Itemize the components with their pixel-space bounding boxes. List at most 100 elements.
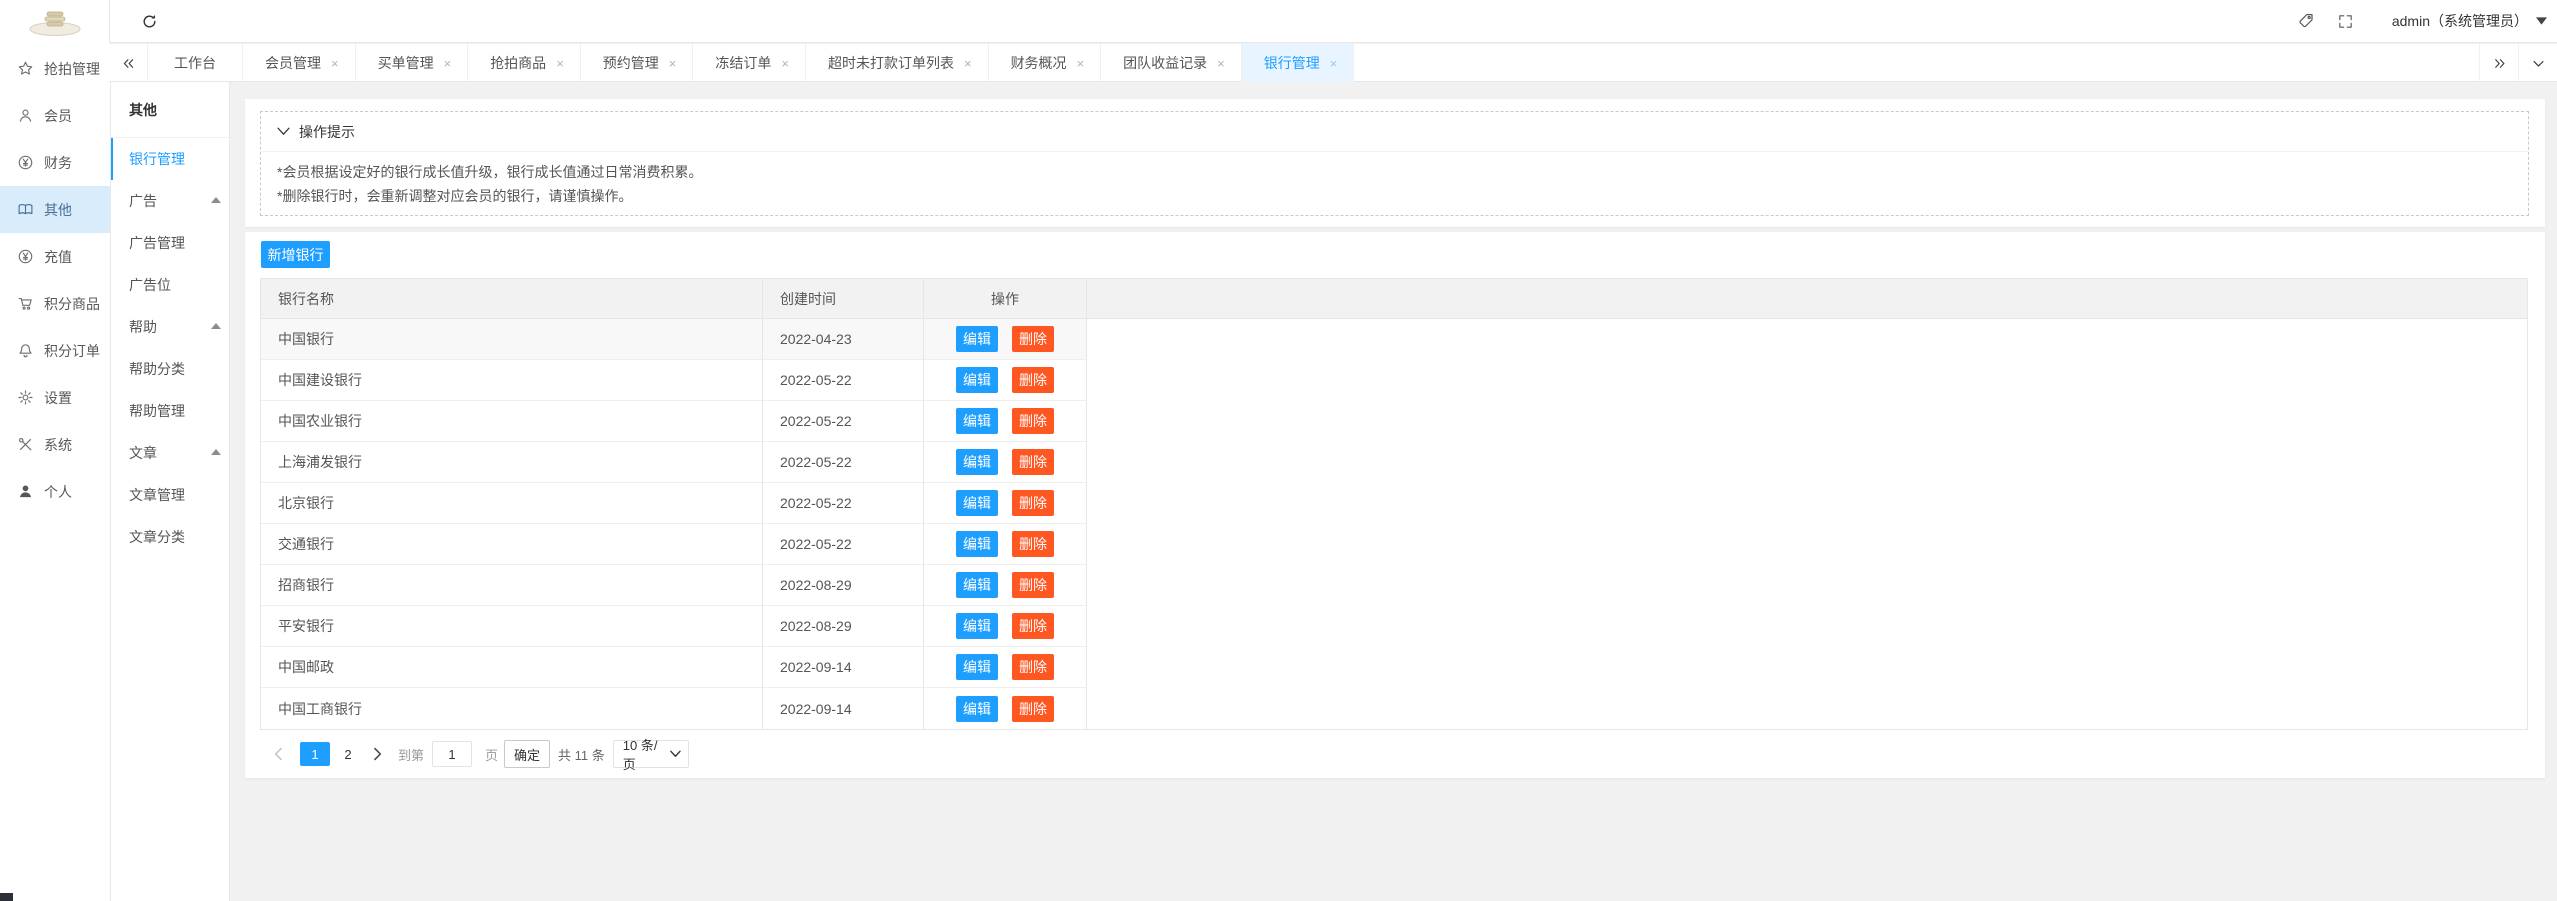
tab[interactable]: 会员管理 × xyxy=(243,44,356,82)
edit-button[interactable]: 编辑 xyxy=(956,367,998,393)
sidebar-item-geren[interactable]: 个人 xyxy=(0,468,110,515)
sidebar-item-qiangpai[interactable]: 抢拍管理 xyxy=(0,45,110,92)
sidebar-item-xitong[interactable]: 系统 xyxy=(0,421,110,468)
sidebar-item-label: 充值 xyxy=(44,247,72,267)
submenu-item-help-category[interactable]: 帮助分类 xyxy=(111,348,229,390)
table-row: 中国建设银行 2022-05-22 编辑 删除 xyxy=(261,360,2527,401)
tag-button[interactable] xyxy=(2286,0,2326,42)
submenu-item-help-management[interactable]: 帮助管理 xyxy=(111,390,229,432)
tab[interactable]: 财务概况 × xyxy=(989,44,1102,82)
table-row: 中国邮政 2022-09-14 编辑 删除 xyxy=(261,647,2527,688)
edit-button[interactable]: 编辑 xyxy=(956,613,998,639)
created-time-cell: 2022-08-29 xyxy=(763,606,924,647)
edit-button[interactable]: 编辑 xyxy=(956,449,998,475)
sidebar-item-chongzhi[interactable]: 充值 xyxy=(0,233,110,280)
delete-button[interactable]: 删除 xyxy=(1012,367,1054,393)
goto-page-input[interactable] xyxy=(432,741,472,767)
sidebar-item-jifen-shangpin[interactable]: 积分商品 xyxy=(0,280,110,327)
page-size-select[interactable]: 10 条/页 xyxy=(613,740,689,768)
fullscreen-button[interactable] xyxy=(2326,0,2366,42)
tab[interactable]: 预约管理 × xyxy=(581,44,694,82)
refresh-button[interactable] xyxy=(133,5,165,37)
cart-icon xyxy=(17,295,34,312)
main-content: 操作提示 *会员根据设定好的银行成长值升级，银行成长值通过日常消费积累。 *删除… xyxy=(231,82,2557,901)
pagination-bar: 1 2 到第 页 确定 共 11 条 10 条/页 xyxy=(260,739,689,769)
tab-label: 冻结订单 xyxy=(715,53,771,73)
actions-cell: 编辑 删除 xyxy=(924,565,1087,606)
submenu-group-article[interactable]: 文章 xyxy=(111,432,229,474)
edit-button[interactable]: 编辑 xyxy=(956,696,998,722)
tab-close-icon[interactable]: × xyxy=(1217,57,1225,70)
tabs-scroll-left-button[interactable] xyxy=(110,44,148,82)
fullscreen-icon xyxy=(2337,13,2354,30)
delete-button[interactable]: 删除 xyxy=(1012,326,1054,352)
tab-close-icon[interactable]: × xyxy=(556,57,564,70)
table-row: 中国工商银行 2022-09-14 编辑 删除 xyxy=(261,688,2527,729)
tabs-menu-button[interactable] xyxy=(2518,44,2557,82)
sidebar-item-label: 系统 xyxy=(44,435,72,455)
sidebar-item-jifen-dingdan[interactable]: 积分订单 xyxy=(0,327,110,374)
edit-button[interactable]: 编辑 xyxy=(956,572,998,598)
submenu-group-help[interactable]: 帮助 xyxy=(111,306,229,348)
bell-icon xyxy=(17,342,34,359)
page-number-1[interactable]: 1 xyxy=(300,742,330,766)
edit-button[interactable]: 编辑 xyxy=(956,326,998,352)
collapse-arrow-icon xyxy=(211,197,221,203)
tab-close-icon[interactable]: × xyxy=(444,57,452,70)
add-bank-button[interactable]: 新增银行 xyxy=(261,241,330,268)
submenu-item-bank-management[interactable]: 银行管理 xyxy=(111,138,229,180)
tabs-scroll-right-button[interactable] xyxy=(2479,44,2518,82)
sidebar-item-label: 积分订单 xyxy=(44,341,100,361)
table-row: 中国农业银行 2022-05-22 编辑 删除 xyxy=(261,401,2527,442)
delete-button[interactable]: 删除 xyxy=(1012,572,1054,598)
submenu-group-ad[interactable]: 广告 xyxy=(111,180,229,222)
delete-button[interactable]: 删除 xyxy=(1012,696,1054,722)
delete-button[interactable]: 删除 xyxy=(1012,490,1054,516)
confirm-page-button[interactable]: 确定 xyxy=(504,740,550,768)
tab-close-icon[interactable]: × xyxy=(1077,57,1085,70)
sidebar-item-qita[interactable]: 其他 xyxy=(0,186,110,233)
user-menu[interactable]: admin（系统管理员） xyxy=(2392,11,2547,31)
page-number-2[interactable]: 2 xyxy=(336,742,360,766)
submenu-item-article-category[interactable]: 文章分类 xyxy=(111,516,229,558)
table-row: 中国银行 2022-04-23 编辑 删除 xyxy=(261,319,2527,360)
sidebar-item-huiyuan[interactable]: 会员 xyxy=(0,92,110,139)
edit-button[interactable]: 编辑 xyxy=(956,654,998,680)
operation-tips-panel: 操作提示 *会员根据设定好的银行成长值升级，银行成长值通过日常消费积累。 *删除… xyxy=(260,111,2529,216)
sidebar-item-caiwu[interactable]: 财务 xyxy=(0,139,110,186)
tab[interactable]: 超时未打款订单列表 × xyxy=(806,44,989,82)
tab[interactable]: 抢拍商品 × xyxy=(468,44,581,82)
prev-page-button[interactable] xyxy=(268,741,288,767)
operation-tips-header[interactable]: 操作提示 xyxy=(261,112,2528,152)
edit-button[interactable]: 编辑 xyxy=(956,490,998,516)
delete-button[interactable]: 删除 xyxy=(1012,654,1054,680)
user-name: admin（系统管理员） xyxy=(2392,11,2528,31)
tab-close-icon[interactable]: × xyxy=(669,57,677,70)
edit-button[interactable]: 编辑 xyxy=(956,531,998,557)
bank-name-cell: 中国邮政 xyxy=(261,647,763,688)
created-time-cell: 2022-05-22 xyxy=(763,401,924,442)
tab[interactable]: 冻结订单 × xyxy=(693,44,806,82)
tab-close-icon[interactable]: × xyxy=(331,57,339,70)
main-menu: 抢拍管理 会员 财务 其他 充值 积分商品 xyxy=(0,43,110,515)
tab[interactable]: 团队收益记录 × xyxy=(1101,44,1242,82)
tab[interactable]: 银行管理 × xyxy=(1242,44,1355,82)
next-page-button[interactable] xyxy=(368,741,388,767)
sidebar-item-shezhi[interactable]: 设置 xyxy=(0,374,110,421)
tab[interactable]: 工作台 xyxy=(148,44,243,82)
delete-button[interactable]: 删除 xyxy=(1012,449,1054,475)
delete-button[interactable]: 删除 xyxy=(1012,531,1054,557)
submenu-item-article-management[interactable]: 文章管理 xyxy=(111,474,229,516)
actions-cell: 编辑 删除 xyxy=(924,688,1087,729)
bank-name-cell: 中国银行 xyxy=(261,319,763,360)
edit-button[interactable]: 编辑 xyxy=(956,408,998,434)
delete-button[interactable]: 删除 xyxy=(1012,408,1054,434)
submenu-item-ad-management[interactable]: 广告管理 xyxy=(111,222,229,264)
tab[interactable]: 买单管理 × xyxy=(356,44,469,82)
submenu-item-ad-slot[interactable]: 广告位 xyxy=(111,264,229,306)
delete-button[interactable]: 删除 xyxy=(1012,613,1054,639)
empty-cell xyxy=(1087,401,2527,442)
tab-close-icon[interactable]: × xyxy=(1330,57,1338,70)
tab-close-icon[interactable]: × xyxy=(964,57,972,70)
tab-close-icon[interactable]: × xyxy=(781,57,789,70)
